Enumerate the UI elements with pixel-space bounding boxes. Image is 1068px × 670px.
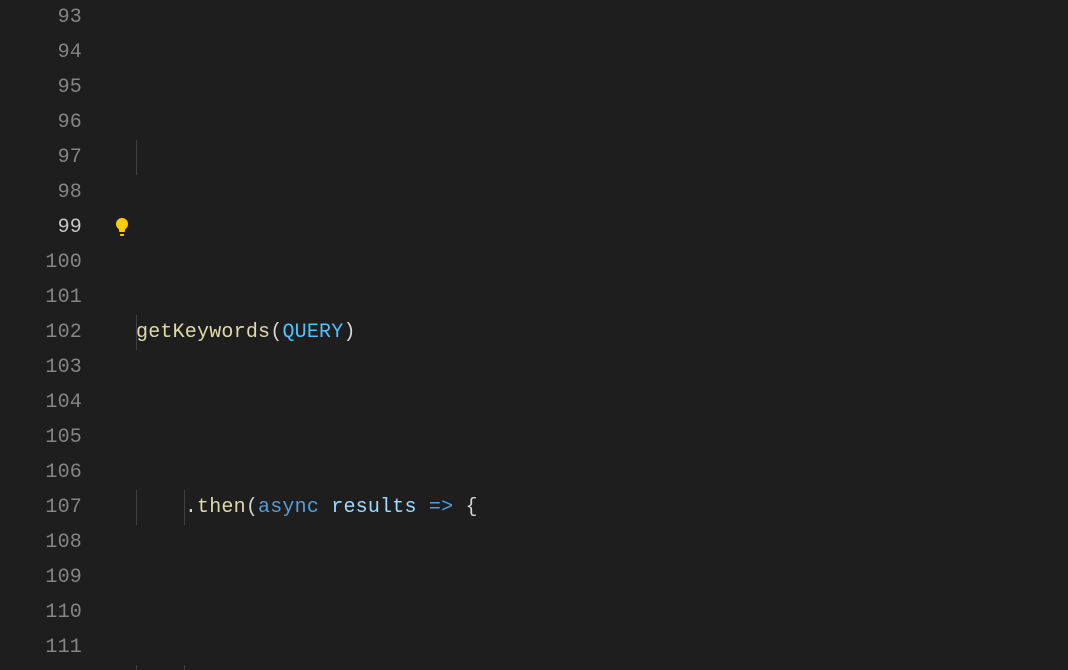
line-number: 101 <box>0 280 82 315</box>
line-number: 104 <box>0 385 82 420</box>
line-number: 94 <box>0 35 82 70</box>
line-number: 106 <box>0 455 82 490</box>
line-number: 110 <box>0 595 82 630</box>
line-number: 108 <box>0 525 82 560</box>
code-area[interactable]: getKeywords(QUERY) .then(async results =… <box>100 0 1068 670</box>
code-line <box>136 140 1068 175</box>
line-number: 102 <box>0 315 82 350</box>
line-number-gutter: 93 94 95 96 97 98 99 100 101 102 103 104… <box>0 0 100 670</box>
line-number: 99 <box>0 210 82 245</box>
line-number: 105 <box>0 420 82 455</box>
code-editor[interactable]: 93 94 95 96 97 98 99 100 101 102 103 104… <box>0 0 1068 670</box>
line-number: 98 <box>0 175 82 210</box>
line-number: 107 <box>0 490 82 525</box>
line-number: 103 <box>0 350 82 385</box>
code-line: let { keywords } = results <box>136 665 1068 670</box>
line-number: 97 <box>0 140 82 175</box>
line-number: 95 <box>0 70 82 105</box>
line-number: 100 <box>0 245 82 280</box>
code-line: getKeywords(QUERY) <box>136 315 1068 350</box>
line-number: 109 <box>0 560 82 595</box>
line-number: 111 <box>0 630 82 665</box>
line-number: 93 <box>0 0 82 35</box>
code-line: .then(async results => { <box>136 490 1068 525</box>
line-number: 96 <box>0 105 82 140</box>
